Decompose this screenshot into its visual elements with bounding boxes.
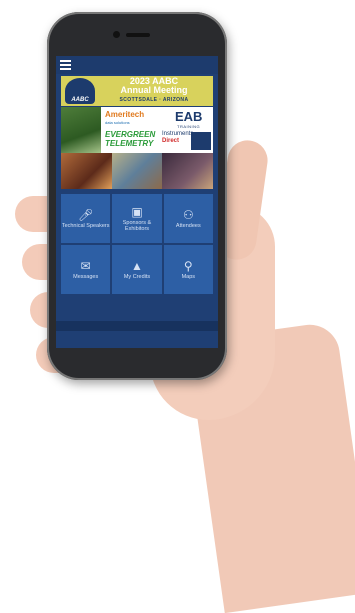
- speaker-grille: [126, 33, 150, 37]
- aabc-logo: AABC: [65, 78, 95, 104]
- event-photo: [111, 153, 163, 189]
- graduation-cap-icon: ▲: [131, 258, 143, 273]
- camera-icon: [113, 31, 120, 38]
- event-location: SCOTTSDALE · ARIZONA: [119, 97, 189, 103]
- hamburger-menu-icon[interactable]: [60, 60, 71, 70]
- certification-badge: [191, 132, 211, 150]
- tile-attendees[interactable]: ⚇ Attendees: [163, 194, 213, 243]
- event-photo: [162, 153, 214, 189]
- eab-tagline: TRAINING: [177, 124, 201, 129]
- envelope-icon: ✉: [80, 258, 91, 273]
- app-header: [56, 56, 218, 74]
- event-photo-strip: [61, 153, 214, 189]
- event-title-line2: Annual Meeting: [120, 85, 188, 95]
- evergreen-logo: EVERGREEN TELEMETRY: [105, 130, 156, 148]
- ameritech-tagline: data solutions: [105, 120, 130, 125]
- tile-sponsors-exhibitors[interactable]: ▣ Sponsors & Exhibitors: [112, 194, 162, 243]
- event-photo: [61, 153, 112, 189]
- microphone-icon: 🎤︎: [78, 207, 94, 222]
- app-screen: AABC 2023 AABC Annual Meeting SCOTTSDALE…: [56, 56, 218, 348]
- ameritech-logo: Ameritech: [105, 110, 145, 119]
- instruments-direct-logo: Instruments Direct: [162, 131, 194, 144]
- presentation-icon: ▣: [131, 204, 143, 219]
- smartphone: AABC 2023 AABC Annual Meeting SCOTTSDALE…: [47, 12, 227, 380]
- event-title: 2023 AABC Annual Meeting: [99, 77, 209, 95]
- sponsor-banner[interactable]: Ameritech data solutions EAB TRAINING EV…: [61, 107, 213, 153]
- palm-image: [61, 107, 101, 153]
- people-icon: ⚇: [182, 207, 194, 222]
- map-pin-icon: ⚲: [183, 258, 193, 273]
- tile-messages[interactable]: ✉ Messages: [61, 245, 111, 294]
- tile-technical-speakers[interactable]: 🎤︎ Technical Speakers: [61, 194, 111, 243]
- event-banner: AABC 2023 AABC Annual Meeting SCOTTSDALE…: [61, 76, 213, 106]
- tile-maps[interactable]: ⚲ Maps: [163, 245, 213, 294]
- menu-grid: 🎤︎ Technical Speakers ▣ Sponsors & Exhib…: [61, 194, 213, 294]
- app-footer: [56, 321, 218, 331]
- tile-my-credits[interactable]: ▲ My Credits: [112, 245, 162, 294]
- eab-logo: EAB: [175, 109, 203, 124]
